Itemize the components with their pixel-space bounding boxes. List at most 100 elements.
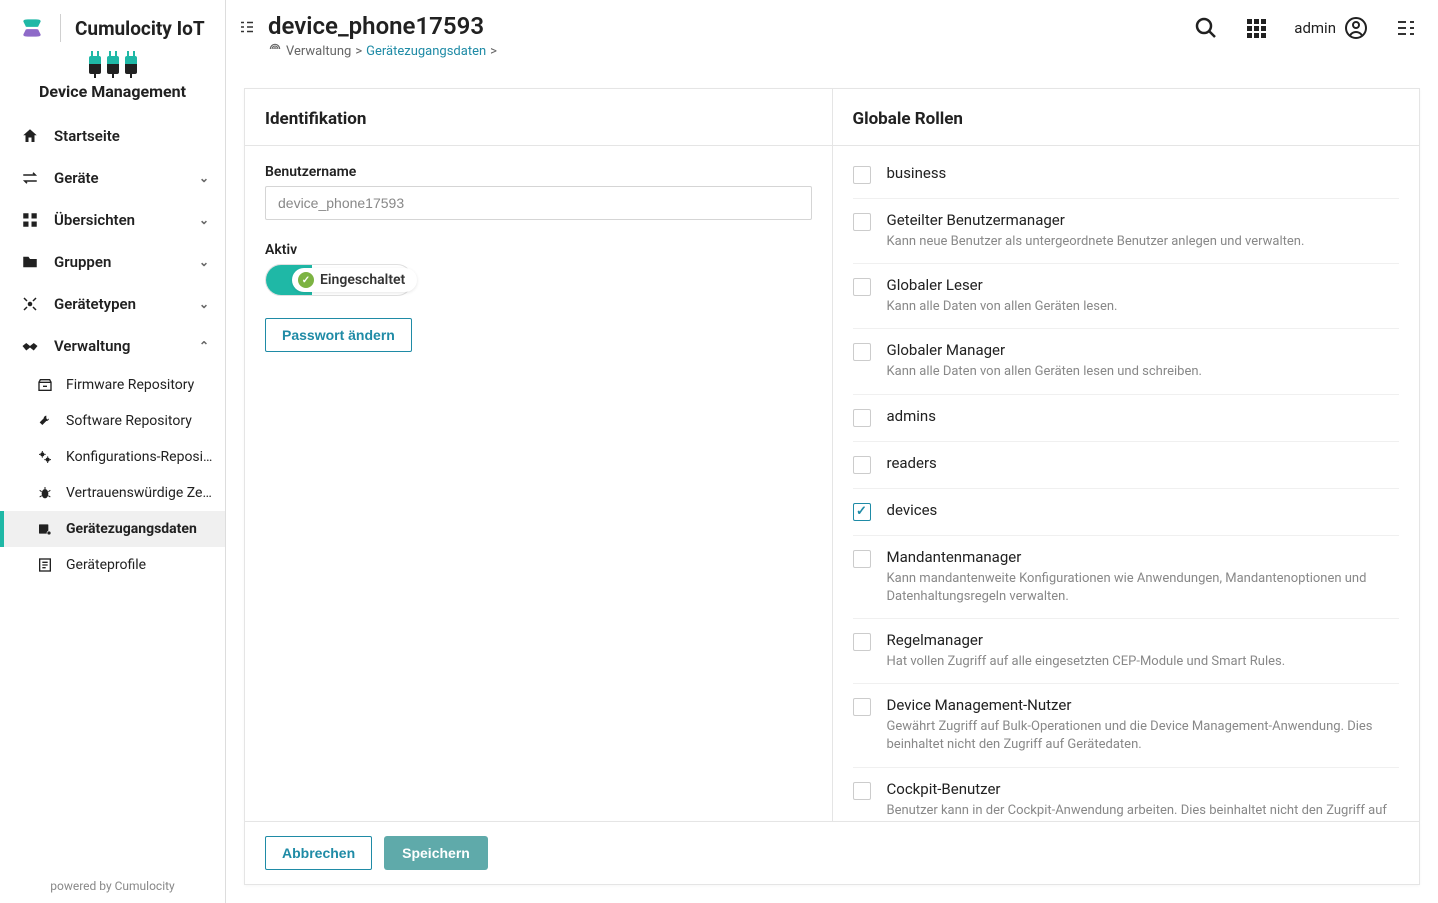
role-row: Regelmanager Hat vollen Zugriff auf alle …	[853, 619, 1400, 684]
right-panel-toggle-icon[interactable]	[1394, 16, 1418, 40]
role-checkbox[interactable]	[853, 503, 871, 521]
role-row: Mandantenmanager Kann mandantenweite Konf…	[853, 536, 1400, 619]
role-desc: Gewährt Zugriff auf Bulk-Operationen und…	[887, 718, 1400, 754]
role-row: business	[853, 164, 1400, 199]
footer-text: powered by Cumulocity	[0, 869, 225, 903]
role-name: Mandantenmanager	[887, 548, 1400, 566]
satellite-icon	[18, 295, 42, 313]
chevron-down-icon: ⌄	[199, 255, 209, 269]
role-checkbox[interactable]	[853, 166, 871, 184]
role-checkbox[interactable]	[853, 782, 871, 800]
brand-logo-icon	[18, 14, 46, 42]
role-desc: Kann alle Daten von allen Geräten lesen …	[887, 363, 1400, 381]
role-row: admins	[853, 395, 1400, 442]
swap-icon	[18, 169, 42, 187]
role-name: business	[887, 164, 1400, 182]
roles-heading: Globale Rollen	[833, 89, 1420, 146]
check-icon: ✓	[298, 272, 314, 288]
home-icon	[18, 127, 42, 145]
nav-creds[interactable]: Gerätezugangsdaten	[0, 511, 225, 547]
apps-icon[interactable]	[1244, 16, 1268, 40]
nav-overviews[interactable]: Übersichten ⌄	[0, 199, 225, 241]
chevron-up-icon: ⌃	[199, 339, 209, 353]
nav-home[interactable]: Startseite	[0, 115, 225, 157]
breadcrumb-link[interactable]: Gerätezugangsdaten	[366, 44, 486, 59]
handshake-icon	[18, 337, 42, 355]
topbar: device_phone17593 Verwaltung > Gerätezug…	[226, 0, 1438, 70]
main: device_phone17593 Verwaltung > Gerätezug…	[226, 0, 1438, 903]
app-name: Device Management	[0, 82, 225, 101]
role-row: readers	[853, 442, 1400, 489]
role-checkbox[interactable]	[853, 698, 871, 716]
user-menu[interactable]: admin	[1294, 16, 1368, 40]
gears-icon	[34, 449, 56, 465]
role-row: Globaler Leser Kann alle Daten von allen …	[853, 264, 1400, 329]
chevron-down-icon: ⌄	[199, 213, 209, 227]
role-checkbox[interactable]	[853, 456, 871, 474]
profile-doc-icon	[34, 557, 56, 573]
tools-icon	[34, 413, 56, 429]
role-row: Globaler Manager Kann alle Daten von alle…	[853, 329, 1400, 394]
nav-software[interactable]: Software Repository	[0, 403, 225, 439]
nav-admin[interactable]: Verwaltung ⌃	[0, 325, 225, 367]
role-checkbox[interactable]	[853, 343, 871, 361]
role-checkbox[interactable]	[853, 409, 871, 427]
active-toggle[interactable]: ✓ Eingeschaltet	[265, 264, 413, 296]
role-desc: Hat vollen Zugriff auf alle eingesetzten…	[887, 653, 1400, 671]
role-desc: Kann neue Benutzer als untergeordnete Be…	[887, 233, 1400, 251]
nav-firmware[interactable]: Firmware Repository	[0, 367, 225, 403]
bug-icon	[34, 485, 56, 501]
list-toggle-icon[interactable]	[238, 12, 256, 40]
role-row: Geteilter Benutzermanager Kann neue Benut…	[853, 199, 1400, 264]
change-password-button[interactable]: Passwort ändern	[265, 318, 412, 352]
role-name: Globaler Manager	[887, 341, 1400, 359]
brand-text: Cumulocity IoT	[75, 17, 205, 40]
folder-icon	[18, 253, 42, 271]
role-name: admins	[887, 407, 1400, 425]
nav-groups[interactable]: Gruppen ⌄	[0, 241, 225, 283]
username-input[interactable]	[265, 186, 812, 220]
roles-list: business Geteilter Benutzermanager Kann ne…	[833, 146, 1420, 821]
role-checkbox[interactable]	[853, 213, 871, 231]
role-name: readers	[887, 454, 1400, 472]
nav-devices[interactable]: Geräte ⌄	[0, 157, 225, 199]
search-icon[interactable]	[1194, 16, 1218, 40]
role-row: Device Management-Nutzer Gewährt Zugriff …	[853, 684, 1400, 767]
role-checkbox[interactable]	[853, 278, 871, 296]
save-button[interactable]: Speichern	[384, 836, 488, 870]
app-plugs-icon	[0, 56, 225, 76]
role-checkbox[interactable]	[853, 550, 871, 568]
nav: Startseite Geräte ⌄ Übersichten ⌄ Gruppe…	[0, 115, 225, 869]
role-name: Globaler Leser	[887, 276, 1400, 294]
role-desc: Benutzer kann in der Cockpit-Anwendung a…	[887, 802, 1400, 822]
role-name: Geteilter Benutzermanager	[887, 211, 1400, 229]
credentials-icon	[34, 521, 56, 537]
role-checkbox[interactable]	[853, 633, 871, 651]
archive-icon	[34, 377, 56, 393]
nav-profiles[interactable]: Geräteprofile	[0, 547, 225, 583]
identification-heading: Identifikation	[245, 89, 832, 146]
cancel-button[interactable]: Abbrechen	[265, 836, 372, 870]
role-row: devices	[853, 489, 1400, 536]
chevron-down-icon: ⌄	[199, 297, 209, 311]
dashboard-icon	[18, 211, 42, 229]
active-label: Aktiv	[265, 242, 812, 258]
chevron-down-icon: ⌄	[199, 171, 209, 185]
broadcast-icon	[268, 42, 282, 60]
panel-footer: Abbrechen Speichern	[244, 821, 1420, 885]
app-title-block: Device Management	[0, 52, 225, 115]
roles-panel: Globale Rollen business Geteilter Benutze…	[832, 89, 1420, 821]
role-name: Cockpit-Benutzer	[887, 780, 1400, 798]
nav-config[interactable]: Konfigurations-Reposi…	[0, 439, 225, 475]
nav-device-types[interactable]: Gerätetypen ⌄	[0, 283, 225, 325]
role-name: Device Management-Nutzer	[887, 696, 1400, 714]
brand-block: Cumulocity IoT	[0, 0, 225, 52]
breadcrumb: Verwaltung > Gerätezugangsdaten >	[268, 42, 1194, 60]
sidebar: Cumulocity IoT Device Management Startse…	[0, 0, 226, 903]
role-desc: Kann mandantenweite Konfigurationen wie …	[887, 570, 1400, 606]
role-name: Regelmanager	[887, 631, 1400, 649]
role-desc: Kann alle Daten von allen Geräten lesen.	[887, 298, 1400, 316]
nav-trusted[interactable]: Vertrauenswürdige Ze…	[0, 475, 225, 511]
role-row: Cockpit-Benutzer Benutzer kann in der Coc…	[853, 768, 1400, 822]
identification-panel: Identifikation Benutzername Aktiv	[245, 89, 832, 821]
